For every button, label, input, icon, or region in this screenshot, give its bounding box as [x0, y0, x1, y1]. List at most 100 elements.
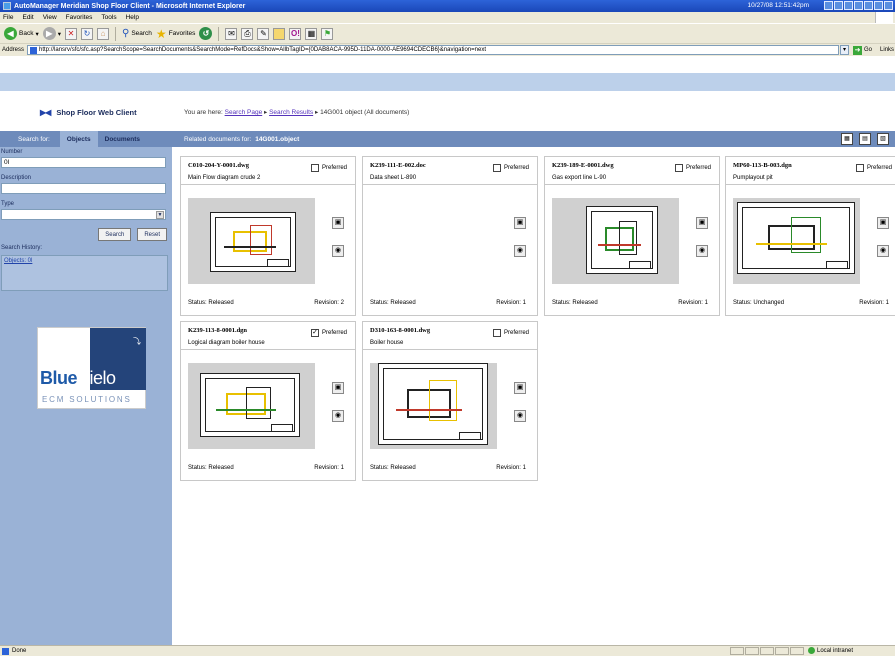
preferred-checkbox[interactable]: ✓	[311, 329, 319, 337]
minimize-button[interactable]	[824, 1, 833, 10]
document-card[interactable]: C010-204-Y-0001.dwg Main Flow diagram cr…	[180, 156, 356, 316]
type-select[interactable]: ▼	[1, 209, 166, 220]
discuss-icon[interactable]: ⚑	[321, 27, 334, 40]
document-filename[interactable]: C010-204-Y-0001.dwg	[188, 162, 249, 169]
preferred-toggle[interactable]: Preferred	[493, 329, 529, 337]
number-input[interactable]	[1, 157, 166, 168]
document-filename[interactable]: D310-163-8-0001.dwg	[370, 327, 430, 334]
document-filename[interactable]: K239-113-8-0001.dgn	[188, 327, 247, 334]
document-card[interactable]: K239-113-8-0001.dgn Logical diagram boil…	[180, 321, 356, 481]
history-icon[interactable]: ↺	[199, 27, 213, 40]
related-object: 14G001.object	[255, 135, 300, 143]
edit-icon[interactable]: ✎	[257, 27, 270, 40]
stop-icon[interactable]: ✕	[64, 27, 77, 40]
preferred-checkbox[interactable]	[311, 164, 319, 172]
search-history-item[interactable]: Objects: 0l	[4, 258, 32, 264]
menu-help[interactable]: Help	[126, 14, 139, 21]
document-card[interactable]: K239-111-E-002.doc Data sheet L-890 Pref…	[362, 156, 538, 316]
menu-tools[interactable]: Tools	[101, 14, 116, 21]
thumbnail-view-icon[interactable]: ▦	[841, 133, 853, 145]
preferred-checkbox[interactable]	[493, 329, 501, 337]
document-card[interactable]: MP60-113-B-003.dgn Pumplayout pit Prefer…	[725, 156, 895, 316]
redline-document-icon[interactable]: ◉	[514, 410, 526, 422]
breadcrumb-arrow-icon: ▸	[314, 109, 319, 116]
messenger-icon[interactable]: O!	[289, 27, 302, 40]
ie-app-icon	[3, 2, 11, 10]
mail-icon[interactable]: ✉	[225, 27, 238, 40]
preferred-toggle[interactable]: Preferred	[311, 164, 347, 172]
view-document-icon[interactable]: ▣	[877, 217, 889, 229]
document-thumbnail[interactable]	[552, 198, 679, 284]
restore-button[interactable]	[844, 1, 853, 10]
menu-edit[interactable]: Edit	[22, 14, 33, 21]
back-dropdown-icon[interactable]: ▾	[35, 30, 38, 38]
preferred-checkbox[interactable]	[675, 164, 683, 172]
preferred-toggle[interactable]: Preferred	[856, 164, 892, 172]
menu-view[interactable]: View	[43, 14, 57, 21]
refresh-icon[interactable]: ↻	[80, 27, 93, 40]
redline-document-icon[interactable]: ◉	[877, 245, 889, 257]
redline-document-icon[interactable]: ◉	[332, 245, 344, 257]
redline-document-icon[interactable]: ◉	[332, 410, 344, 422]
preferred-toggle[interactable]: Preferred	[493, 164, 529, 172]
view-document-icon[interactable]: ▣	[332, 217, 344, 229]
breadcrumb-search-page[interactable]: Search Page	[225, 109, 263, 116]
status-pane	[745, 647, 759, 655]
tab-documents[interactable]: Documents	[98, 131, 147, 147]
description-input[interactable]	[1, 183, 166, 194]
preferred-checkbox[interactable]	[856, 164, 864, 172]
search-button[interactable]: ⚲ Search	[122, 28, 152, 39]
list-view-icon[interactable]: ▤	[859, 133, 871, 145]
redline-document-icon[interactable]: ◉	[696, 245, 708, 257]
preferred-toggle[interactable]: Preferred	[675, 164, 711, 172]
document-card[interactable]: D310-163-8-0001.dwg Boiler house Preferr…	[362, 321, 538, 481]
print-icon[interactable]: ⎙	[241, 27, 254, 40]
close-button[interactable]	[884, 1, 893, 10]
breadcrumb-search-results[interactable]: Search Results	[269, 109, 313, 116]
chevron-down-icon[interactable]: ▼	[156, 211, 164, 219]
tile-button[interactable]	[854, 1, 863, 10]
view-document-icon[interactable]: ▣	[514, 382, 526, 394]
home-icon[interactable]: ⌂	[96, 27, 109, 40]
detail-view-icon[interactable]: ▧	[877, 133, 889, 145]
research-icon[interactable]: ▦	[305, 27, 318, 40]
document-filename[interactable]: MP60-113-B-003.dgn	[733, 162, 792, 169]
document-filename[interactable]: K239-111-E-002.doc	[370, 162, 426, 169]
document-description: Data sheet L-890	[370, 175, 417, 181]
maximize-button[interactable]	[834, 1, 843, 10]
security-zone: Local intranet	[808, 647, 853, 654]
tab-objects[interactable]: Objects	[59, 131, 98, 147]
document-thumbnail[interactable]	[733, 198, 860, 284]
cascade-button[interactable]	[864, 1, 873, 10]
breadcrumb-arrow-icon: ▸	[264, 109, 268, 116]
title-block	[271, 424, 293, 432]
document-thumbnail[interactable]	[188, 198, 315, 284]
type-label: Type	[1, 201, 15, 207]
document-thumbnail[interactable]	[370, 198, 497, 284]
menu-favorites[interactable]: Favorites	[66, 14, 93, 21]
favorites-button[interactable]: ★ Favorites	[156, 27, 196, 41]
redline-document-icon[interactable]: ◉	[514, 245, 526, 257]
view-document-icon[interactable]: ▣	[696, 217, 708, 229]
menu-file[interactable]: File	[3, 14, 13, 21]
folder-icon[interactable]	[273, 27, 286, 40]
preferred-checkbox[interactable]	[493, 164, 501, 172]
forward-button[interactable]: ▶ ▾	[42, 27, 61, 40]
search-submit-button[interactable]: Search	[98, 228, 132, 241]
document-card[interactable]: K239-189-E-0001.dwg Gas export line L-90…	[544, 156, 720, 316]
view-document-icon[interactable]: ▣	[514, 217, 526, 229]
view-document-icon[interactable]: ▣	[332, 382, 344, 394]
document-thumbnail[interactable]	[370, 363, 497, 449]
forward-dropdown-icon[interactable]: ▾	[58, 30, 61, 38]
address-dropdown-icon[interactable]: ▾	[840, 45, 850, 55]
preferred-toggle[interactable]: ✓ Preferred	[311, 329, 347, 337]
back-button[interactable]: ◀ Back ▾	[4, 27, 39, 40]
document-filename[interactable]: K239-189-E-0001.dwg	[552, 162, 614, 169]
document-description: Main Flow diagram crude 2	[188, 175, 261, 181]
go-button[interactable]: ➜ Go	[853, 45, 872, 55]
reset-button[interactable]: Reset	[137, 228, 167, 241]
address-input[interactable]: http://lansrv/sfc/sfc.asp?SearchScope=Se…	[27, 45, 840, 55]
help-button[interactable]	[874, 1, 883, 10]
document-thumbnail[interactable]	[188, 363, 315, 449]
links-button[interactable]: Links	[880, 47, 894, 53]
